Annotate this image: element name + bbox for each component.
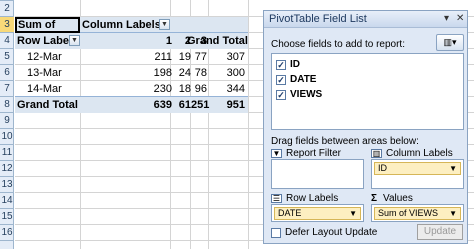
columns-icon: ▥ [371, 149, 382, 158]
selected-cell-value-field[interactable]: Sum of VIEWS [15, 17, 80, 43]
report-filter-title: Report Filter [286, 148, 342, 159]
field-checkbox-id[interactable]: ✓ [276, 59, 286, 70]
row-label[interactable]: 14-Mar [17, 81, 80, 97]
field-item-date[interactable]: ✓ DATE [276, 73, 316, 86]
defer-layout-label: Defer Layout Update [285, 227, 378, 238]
chevron-down-icon[interactable]: ▼ [449, 208, 457, 219]
column-labels-area[interactable]: ID ▼ [371, 159, 464, 189]
report-filter-area[interactable] [271, 159, 364, 189]
row-header-13[interactable]: 13 [0, 177, 14, 193]
choose-fields-label: Choose fields to add to report: [271, 39, 405, 50]
update-button[interactable]: Update [417, 224, 463, 240]
layout-options-button[interactable]: ▥▾ [436, 34, 464, 51]
values-area-header: Σ Values [371, 193, 413, 204]
row-header-10[interactable]: 10 [0, 129, 14, 145]
pivot-subheader-row: Row Labels ▼ 1 2 3 Grand Total [15, 33, 248, 49]
drag-fields-label: Drag fields between areas below: [271, 136, 419, 147]
cell-value[interactable]: 18 [175, 81, 191, 97]
row-header-6[interactable]: 6 [0, 65, 14, 81]
close-icon[interactable]: ✕ [456, 13, 464, 24]
row-label[interactable]: 13-Mar [17, 65, 80, 81]
report-filter-header: ▼ Report Filter [271, 148, 341, 159]
row-header-16[interactable]: 16 [0, 225, 14, 241]
layout-icon: ▥▾ [443, 37, 457, 47]
row-header-9[interactable]: 9 [0, 113, 14, 129]
row-header-4[interactable]: 4 [0, 33, 14, 49]
row-labels-area[interactable]: DATE ▼ [271, 204, 364, 222]
row-headers: 2 3 4 5 6 7 8 9 10 11 12 13 14 15 16 [0, 0, 14, 249]
column-id-1[interactable]: 1 [150, 33, 172, 49]
chip-label: ID [378, 163, 387, 173]
filter-icon: ▼ [271, 149, 282, 158]
cell-value[interactable]: 24 [175, 65, 191, 81]
values-area[interactable]: Sum of VIEWS ▼ [371, 204, 464, 222]
cell-value[interactable]: 230 [150, 81, 172, 97]
values-title: Values [383, 193, 413, 204]
sigma-icon: Σ [371, 193, 378, 204]
field-label: VIEWS [290, 89, 323, 100]
cell-value[interactable]: 211 [150, 49, 172, 65]
grand-total-value[interactable]: 951 [205, 97, 245, 113]
cell-value[interactable]: 198 [150, 65, 172, 81]
row-total[interactable]: 344 [205, 81, 245, 97]
total-value[interactable]: 639 [150, 97, 172, 113]
chevron-down-icon[interactable]: ▼ [449, 163, 457, 174]
row-header-8[interactable]: 8 [0, 97, 14, 113]
chip-label: Sum of VIEWS [378, 208, 439, 218]
column-labels-filter-icon[interactable]: ▼ [159, 19, 170, 30]
field-checkbox-views[interactable]: ✓ [276, 89, 286, 100]
row-labels-title: Row Labels [286, 193, 339, 204]
rows-icon: ☰ [271, 194, 282, 203]
row-header-2[interactable]: 2 [0, 1, 14, 17]
row-header-3[interactable]: 3 [0, 17, 14, 33]
row-total[interactable]: 307 [205, 49, 245, 65]
row-header-11[interactable]: 11 [0, 145, 14, 161]
table-row: 14-Mar 230 18 96 344 [15, 81, 248, 97]
grand-total-header[interactable]: Grand Total [187, 33, 248, 49]
field-item-id[interactable]: ✓ ID [276, 58, 300, 71]
values-chip[interactable]: Sum of VIEWS ▼ [374, 207, 461, 220]
cell-value[interactable]: 19 [175, 49, 191, 65]
column-labels-title: Column Labels [386, 148, 453, 159]
table-row: 13-Mar 198 24 78 300 [15, 65, 248, 81]
table-row: 12-Mar 211 19 77 307 [15, 49, 248, 65]
row-total[interactable]: 300 [205, 65, 245, 81]
field-list: ✓ ID ✓ DATE ✓ VIEWS [271, 53, 464, 130]
total-value[interactable]: 61 [175, 97, 191, 113]
row-labels-area-header: ☰ Row Labels [271, 193, 338, 204]
row-label[interactable]: 12-Mar [17, 49, 80, 65]
row-header-12[interactable]: 12 [0, 161, 14, 177]
row-header-14[interactable]: 14 [0, 193, 14, 209]
chevron-down-icon[interactable]: ▼ [349, 208, 357, 219]
field-checkbox-date[interactable]: ✓ [276, 74, 286, 85]
defer-layout-row: Defer Layout Update [271, 227, 377, 238]
row-header-5[interactable]: 5 [0, 49, 14, 65]
pane-title[interactable]: PivotTable Field List [264, 11, 467, 28]
field-item-views[interactable]: ✓ VIEWS [276, 88, 322, 101]
chip-label: DATE [278, 208, 302, 218]
pane-menu-icon[interactable]: ▾ [444, 13, 449, 24]
column-labels-chip[interactable]: ID ▼ [374, 162, 461, 175]
row-labels-chip[interactable]: DATE ▼ [274, 207, 361, 220]
row-labels-filter-icon[interactable]: ▼ [69, 35, 80, 46]
field-label: ID [290, 59, 300, 70]
field-label: DATE [290, 74, 317, 85]
grand-total-row: Grand Total 639 61 251 951 [15, 96, 248, 113]
column-labels-area-header: ▥ Column Labels [371, 148, 453, 159]
pivot-field-list-pane: PivotTable Field List ▾ ✕ Choose fields … [263, 10, 468, 244]
grand-total-label[interactable]: Grand Total [17, 97, 80, 113]
defer-layout-checkbox[interactable] [271, 227, 281, 238]
row-header-7[interactable]: 7 [0, 81, 14, 97]
row-header-15[interactable]: 15 [0, 209, 14, 225]
